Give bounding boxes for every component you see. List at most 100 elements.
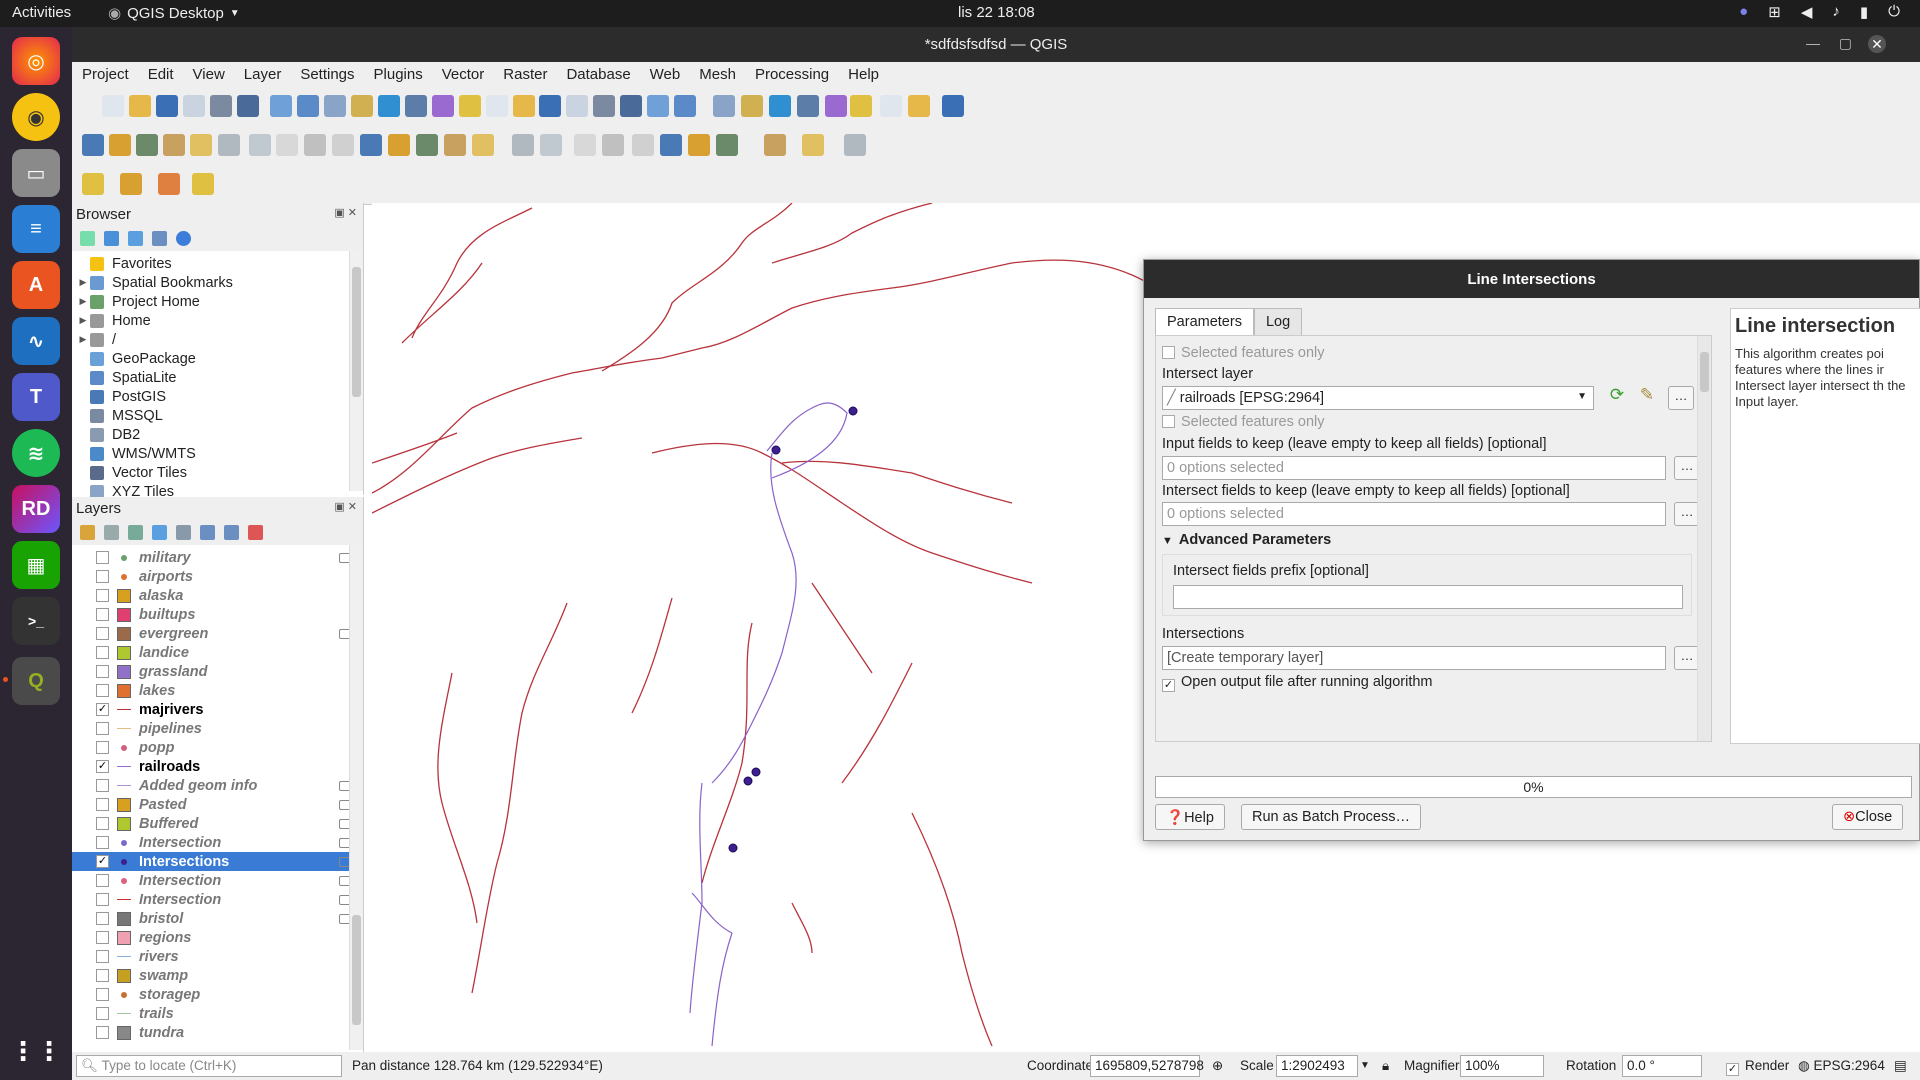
refresh-icon[interactable] [104, 230, 119, 246]
layer-visibility-checkbox[interactable] [96, 722, 109, 735]
teams-icon[interactable]: T [12, 373, 60, 421]
diagram-icon[interactable] [540, 134, 562, 156]
field-calc-icon[interactable] [769, 95, 791, 117]
menu-plugins[interactable]: Plugins [374, 66, 423, 83]
network-icon[interactable]: ⊞ [1768, 3, 1781, 21]
copy-icon[interactable] [388, 134, 410, 156]
layer-item[interactable]: storagep [72, 985, 363, 1004]
intersect-fields-select[interactable]: 0 options selected [1162, 502, 1666, 526]
lock-scale-icon[interactable]: 🔒︎ [1382, 1058, 1389, 1074]
layer-tree[interactable]: military airports alaska builtups evergreen l… [72, 545, 363, 1042]
input-fields-select[interactable]: 0 options selected [1162, 456, 1666, 480]
layer-item[interactable]: ✓ railroads [72, 757, 363, 776]
layer-item[interactable]: grassland [72, 662, 363, 681]
toggle-editing-icon[interactable] [218, 134, 240, 156]
layer-visibility-checkbox[interactable] [96, 551, 109, 564]
system-tray[interactable]: ● ⊞ ◀ ♪ ▮ ⏻ [1739, 3, 1900, 21]
teams-tray-icon[interactable]: ● [1739, 3, 1748, 21]
layer-visibility-checkbox[interactable] [96, 931, 109, 944]
new-map-view-icon[interactable] [539, 95, 561, 117]
calc-icon[interactable]: ▦ [12, 541, 60, 589]
zoom-native-icon[interactable] [459, 95, 481, 117]
layer-visibility-checkbox[interactable] [96, 665, 109, 678]
browser-item[interactable]: PostGIS [72, 387, 363, 406]
browser-tree[interactable]: Favorites ▶ Spatial Bookmarks ▶ Project Home… [72, 251, 363, 501]
new-3d-view-icon[interactable] [566, 95, 588, 117]
remove-layer-icon[interactable] [248, 524, 263, 540]
browser-item[interactable]: ▶ / [72, 330, 363, 349]
terminal-icon[interactable]: >_ [12, 597, 60, 645]
digitize-icon[interactable] [163, 134, 185, 156]
menu-settings[interactable]: Settings [300, 66, 354, 83]
qgis-icon[interactable]: Q [12, 657, 60, 705]
filter-legend-icon[interactable] [152, 524, 167, 540]
layer-visibility-checkbox[interactable] [96, 893, 109, 906]
rider-icon[interactable]: RD [12, 485, 60, 533]
show-bookmarks-icon[interactable] [620, 95, 642, 117]
volume-icon[interactable]: ◀ [1801, 3, 1813, 21]
coordinate-input[interactable]: 1695809,5278798 [1090, 1055, 1204, 1077]
magnifier-input[interactable]: 100% [1460, 1055, 1544, 1077]
layer-item[interactable]: evergreen [72, 624, 363, 643]
zoom-out-icon[interactable] [351, 95, 373, 117]
layer-visibility-checkbox[interactable] [96, 912, 109, 925]
activities-button[interactable]: Activities [12, 4, 71, 21]
browser-scrollbar[interactable] [349, 251, 363, 491]
layer-visibility-checkbox[interactable] [96, 570, 109, 583]
annotation-icon[interactable] [880, 95, 902, 117]
rhythmbox-icon[interactable]: ◉ [12, 93, 60, 141]
delete-selected-icon[interactable] [332, 134, 354, 156]
maximize-icon[interactable]: ▢ [1839, 35, 1852, 52]
cut-icon[interactable] [360, 134, 382, 156]
select-by-value-icon[interactable] [120, 173, 142, 195]
layer-item[interactable]: lakes [72, 681, 363, 700]
layout-manager-icon[interactable] [210, 95, 232, 117]
menu-layer[interactable]: Layer [244, 66, 282, 83]
menu-raster[interactable]: Raster [503, 66, 547, 83]
browser-item[interactable]: ▶ Spatial Bookmarks [72, 273, 363, 292]
layer-item[interactable]: airports [72, 567, 363, 586]
text-annotation-icon[interactable] [942, 95, 964, 117]
pan-icon[interactable] [270, 95, 292, 117]
add-group-icon[interactable] [104, 524, 119, 540]
software-icon[interactable]: A [12, 261, 60, 309]
layer-item[interactable]: rivers [72, 947, 363, 966]
vertex-tool-icon[interactable] [304, 134, 326, 156]
rotation-input[interactable]: 0.0 ° [1622, 1055, 1702, 1077]
clock[interactable]: lis 22 18:08 [958, 4, 1035, 21]
data-source-manager-icon[interactable] [82, 134, 104, 156]
new-shapefile-icon[interactable] [136, 134, 158, 156]
batch-process-button[interactable]: Run as Batch Process… [1241, 804, 1421, 830]
battery-icon[interactable]: ▮ [1860, 3, 1868, 21]
zoom-full-icon[interactable] [378, 95, 400, 117]
new-print-layout-icon[interactable] [183, 95, 205, 117]
select-by-location-icon[interactable] [192, 173, 214, 195]
new-bookmark-icon[interactable] [593, 95, 615, 117]
layer-visibility-checkbox[interactable] [96, 608, 109, 621]
zoom-in-icon[interactable] [324, 95, 346, 117]
expand-arrow-icon[interactable]: ▶ [76, 277, 90, 288]
plugin-globe-icon[interactable] [764, 134, 786, 156]
zoom-to-layer-icon[interactable] [432, 95, 454, 117]
pan-to-selection-icon[interactable] [297, 95, 319, 117]
browser-item[interactable]: Favorites [72, 254, 363, 273]
expand-arrow-icon[interactable]: ▶ [76, 315, 90, 326]
writer-icon[interactable]: ≡ [12, 205, 60, 253]
python-icon[interactable] [802, 134, 824, 156]
close-window-icon[interactable]: ✕ [1868, 35, 1886, 53]
processing-icon[interactable] [797, 95, 819, 117]
new-project-icon[interactable] [102, 95, 124, 117]
attribute-table-icon[interactable] [741, 95, 763, 117]
intersect-layer-select[interactable]: ╱ railroads [EPSG:2964] ▼ [1162, 386, 1594, 410]
zoom-to-selection-icon[interactable] [405, 95, 427, 117]
layer-item[interactable]: ✓ majrivers [72, 700, 363, 719]
label-icon[interactable] [512, 134, 534, 156]
menu-help[interactable]: Help [848, 66, 879, 83]
tab-parameters[interactable]: Parameters [1155, 308, 1254, 335]
locator-input[interactable]: 🔍︎ Type to locate (Ctrl+K) [76, 1055, 342, 1077]
collapse-all-icon[interactable] [224, 524, 239, 540]
move-label-icon[interactable] [660, 134, 682, 156]
menu-mesh[interactable]: Mesh [699, 66, 736, 83]
layer-visibility-checkbox[interactable] [96, 874, 109, 887]
change-label-icon[interactable] [716, 134, 738, 156]
